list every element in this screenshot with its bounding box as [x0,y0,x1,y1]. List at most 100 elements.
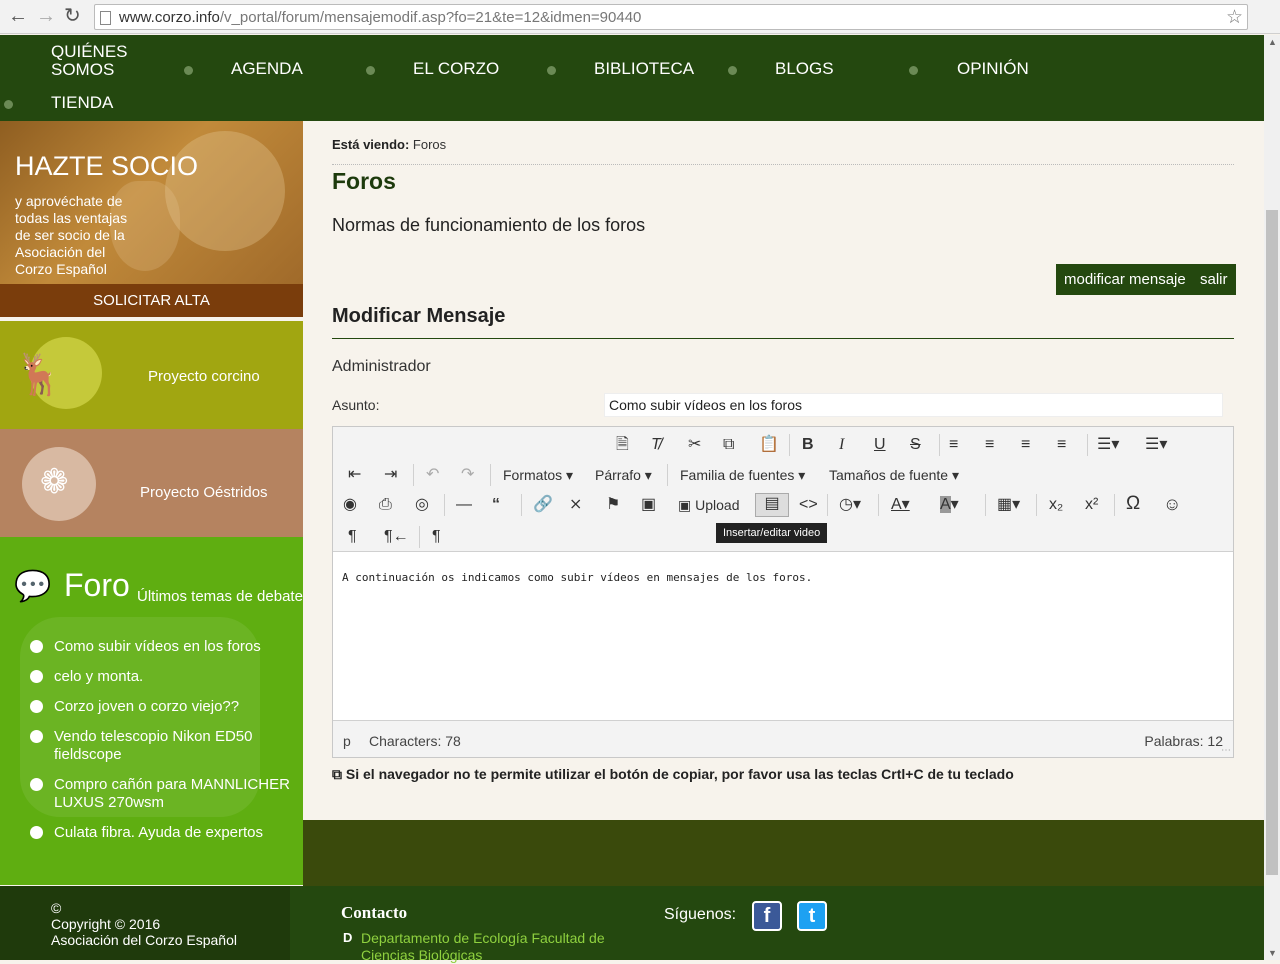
element-path[interactable]: p [343,733,351,749]
align-right-icon[interactable]: ≡ [1021,435,1030,455]
nav-blogs[interactable]: BLOGS [775,60,834,78]
browser-toolbar: ← → ↻ www.corzo.info/v_portal/forum/mens… [0,0,1280,34]
font-size-dropdown[interactable]: Tamaños de fuente ▾ [829,467,959,484]
foro-topic[interactable]: Compro cañón para MANNLICHER LUXUS 270ws… [30,776,295,812]
nav-agenda[interactable]: AGENDA [231,60,303,78]
hazte-socio-banner[interactable]: HAZTE SOCIO y aprovéchate de todas las v… [0,121,303,284]
nav-separator-dot [184,66,193,75]
indent-icon[interactable]: ⇥ [384,465,397,485]
table-icon[interactable]: ▦▾ [997,495,1020,515]
align-center-icon[interactable]: ≡ [985,435,994,455]
author-name: Administrador [332,358,431,375]
foro-topic[interactable]: celo y monta. [30,668,295,686]
breadcrumb-current[interactable]: Foros [413,137,446,152]
subject-label: Asunto: [332,397,380,413]
foro-topic[interactable]: Como subir vídeos en los foros [30,638,295,656]
print-icon[interactable]: ⎙ [379,495,392,515]
foro-topic[interactable]: Vendo telescopio Nikon ED50 fieldscope [30,728,295,764]
undo-icon[interactable]: ↶ [426,465,439,485]
numbered-list-icon[interactable]: ☰▾ [1145,435,1167,455]
nav-separator-dot [909,66,918,75]
horizontal-rule-icon[interactable]: — [456,495,472,515]
superscript-icon[interactable]: x² [1085,495,1098,515]
underline-icon[interactable]: U [874,435,886,455]
copy-hint: ⧉ Si el navegador no te permite utilizar… [332,766,1014,782]
bookmark-icon[interactable]: ⚑ [606,495,620,515]
redo-icon[interactable]: ↷ [461,465,474,485]
proyecto-corcino-label: Proyecto corcino [148,368,260,385]
modificar-mensaje-button[interactable]: modificar mensaje [1056,264,1194,295]
scroll-down-icon[interactable]: ▼ [1268,948,1277,958]
rtl-icon[interactable]: ¶← [384,527,409,547]
insert-datetime-icon[interactable]: ◷▾ [839,495,861,515]
scroll-up-icon[interactable]: ▲ [1268,37,1277,47]
show-blocks-icon[interactable]: ¶ [432,527,441,547]
align-justify-icon[interactable]: ≡ [1057,435,1066,455]
link-icon[interactable]: 🔗 [533,495,553,515]
reload-icon[interactable]: ↻ [64,5,81,27]
blockquote-icon[interactable]: “ [492,495,500,515]
normas-link[interactable]: Normas de funcionamiento de los foros [332,215,645,236]
proyecto-oestridos-banner[interactable]: ❁ Proyecto Oéstridos [0,429,303,537]
nav-quienes-somos[interactable]: QUIÉNES SOMOS [51,43,141,79]
forward-icon[interactable]: → [36,5,56,27]
back-icon[interactable]: ← [8,5,28,27]
special-char-omega-icon[interactable]: Ω [1126,494,1140,514]
image-icon[interactable]: ▣ [641,495,656,515]
paste-icon[interactable]: 📋 [759,435,779,455]
outdent-icon[interactable]: ⇤ [348,465,361,485]
main-content: Está viendo: Foros Foros Normas de funci… [303,121,1264,820]
italic-icon[interactable]: I [839,435,844,455]
address-bar[interactable]: www.corzo.info/v_portal/forum/mensajemod… [94,4,1248,30]
twitter-icon[interactable]: t [797,901,827,931]
deer-icon: 🦌 [14,353,64,397]
nav-separator-dot [728,66,737,75]
salir-button[interactable]: salir [1192,264,1236,295]
site-footer: © Copyright © 2016 Asociación del Corzo … [0,886,1264,963]
formatos-dropdown[interactable]: Formatos ▾ [503,467,573,484]
editor-content-area[interactable]: A continuación os indicamos como subir v… [333,551,1233,721]
copy-icon: ⧉ [332,766,342,782]
strikethrough-icon[interactable]: S [910,435,921,455]
parrafo-dropdown[interactable]: Párrafo ▾ [595,467,652,484]
proyecto-corcino-banner[interactable]: 🦌 Proyecto corcino [0,321,303,429]
url-text: www.corzo.info/v_portal/forum/mensajemod… [119,9,642,26]
solicitar-alta-button[interactable]: SOLICITAR ALTA [0,284,303,317]
preview-eye-icon[interactable]: ◎ [415,495,429,515]
toolbar-separator [827,494,828,516]
source-code-icon[interactable]: <> [799,495,818,515]
nav-biblioteca[interactable]: BIBLIOTECA [594,60,694,78]
clear-formatting-icon[interactable]: T̸ [651,435,661,455]
nav-separator-dot [547,66,556,75]
facebook-icon[interactable]: f [752,901,782,931]
page-scrollbar[interactable]: ▲ ▼ [1264,35,1280,960]
align-left-icon[interactable]: ≡ [949,435,958,455]
find-binoculars-icon[interactable]: ◉ [343,495,357,515]
nav-el-corzo[interactable]: EL CORZO [413,60,499,78]
bold-icon[interactable]: B [802,435,814,455]
bookmark-star-icon[interactable]: ☆ [1226,6,1243,29]
emoticons-icon[interactable]: ☺ [1163,494,1181,514]
page-icon [100,11,111,25]
foro-topic[interactable]: Culata fibra. Ayuda de expertos [30,824,295,842]
bullet-list-icon[interactable]: ☰▾ [1097,435,1119,455]
ltr-icon[interactable]: ¶ [348,527,357,547]
character-count: Characters: 78 [369,733,461,749]
upload-button[interactable]: ▣ Upload [678,497,740,514]
nav-tienda[interactable]: TIENDA [51,94,113,112]
font-family-dropdown[interactable]: Familia de fuentes ▾ [680,467,805,484]
insert-video-icon[interactable]: ▤ [755,493,789,517]
scrollbar-thumb[interactable] [1266,210,1278,875]
text-color-icon[interactable]: A▾ [891,495,910,515]
unlink-icon[interactable]: ⨯ [569,495,582,515]
foro-topic[interactable]: Corzo joven o corzo viejo?? [30,698,295,716]
copy-icon[interactable]: ⧉ [723,435,734,455]
subject-input[interactable]: Como subir vídeos en los foros [604,393,1223,417]
subscript-icon[interactable]: x₂ [1049,495,1063,515]
nav-opinion[interactable]: OPINIÓN [957,60,1029,78]
resize-handle-icon[interactable]: ⋯ [1221,745,1231,756]
contact-link[interactable]: Departamento de Ecología Facultad de Cie… [361,930,661,964]
background-color-icon[interactable]: A▾ [940,495,959,515]
cut-icon[interactable]: ✂ [688,435,701,455]
new-document-icon[interactable]: 🗎 [616,435,629,455]
